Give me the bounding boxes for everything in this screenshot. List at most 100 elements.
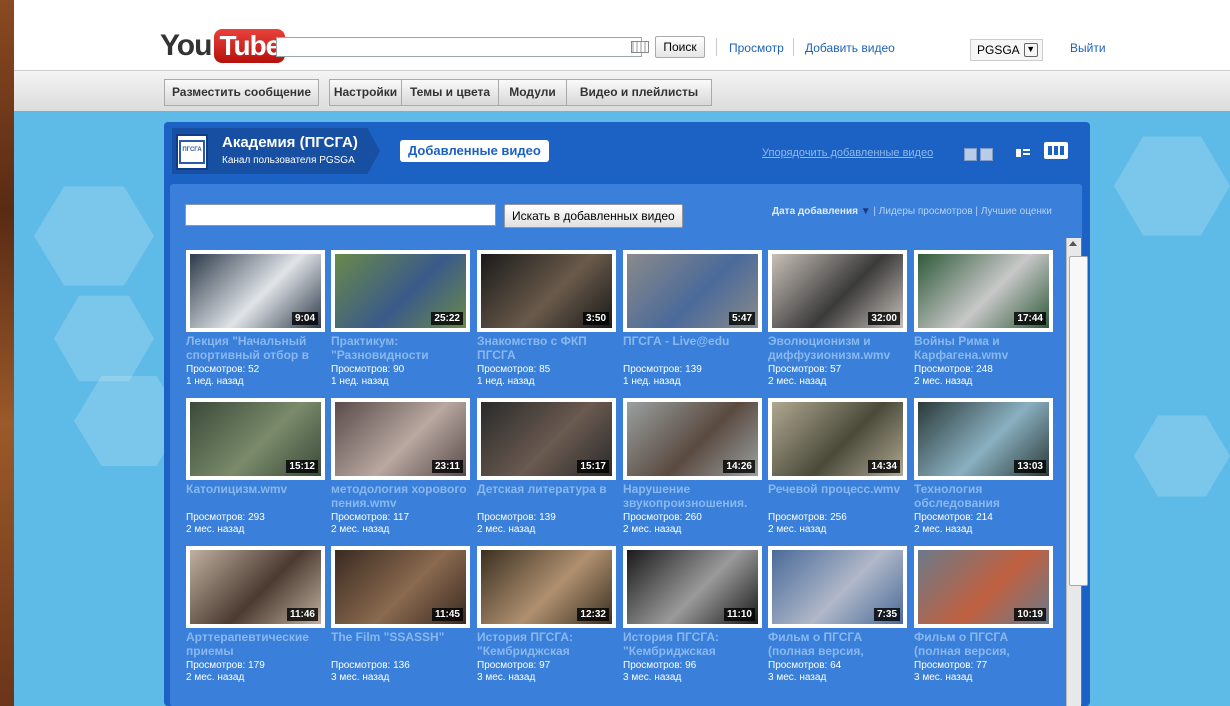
channel-title[interactable]: Академия (ПГСГА) — [222, 134, 358, 151]
video-thumbnail[interactable]: 11:46 — [186, 546, 325, 628]
video-duration: 17:44 — [1014, 312, 1046, 325]
tab-uploads[interactable]: Добавленные видео — [400, 140, 549, 162]
video-card[interactable]: 12:32 История ПГСГА: "Кембриджская Просмот… — [477, 546, 617, 686]
scroll-thumb[interactable] — [1069, 256, 1088, 586]
video-thumbnail[interactable]: 17:44 — [914, 250, 1053, 332]
video-title[interactable]: Эволюционизм и диффузионизм.wmv — [768, 334, 908, 364]
video-thumbnail[interactable]: 12:32 — [477, 546, 616, 628]
video-thumbnail[interactable]: 25:22 — [331, 250, 470, 332]
move-up-icon[interactable] — [964, 148, 977, 161]
video-card[interactable]: 5:47 ПГСГА - Live@edu Просмотров: 139 1 нед… — [623, 250, 763, 390]
sort-by-date[interactable]: Дата добавления — [772, 206, 858, 217]
video-card[interactable]: 15:12 Католицизм.wmv Просмотров: 293 2 мес.… — [186, 398, 326, 538]
sort-uploads-link[interactable]: Упорядочить добавленные видео — [762, 147, 933, 159]
video-title[interactable]: Фильм о ПГСГА (полная версия, — [768, 630, 908, 660]
sort-by-views[interactable]: Лидеры просмотров — [879, 206, 973, 217]
move-down-icon[interactable] — [980, 148, 993, 161]
video-title[interactable]: Католицизм.wmv — [186, 482, 326, 512]
video-thumbnail[interactable]: 15:17 — [477, 398, 616, 480]
logo-you: You — [160, 29, 212, 62]
video-card[interactable]: 11:10 История ПГСГА: "Кембриджская Просмот… — [623, 546, 763, 686]
video-card[interactable]: 23:11 методология хорового пения.wmv Просм… — [331, 398, 471, 538]
search-input[interactable] — [276, 37, 642, 57]
video-thumbnail[interactable]: 11:45 — [331, 546, 470, 628]
video-card[interactable]: 11:45 The Film "SSASSH" Просмотров: 136 3 м… — [331, 546, 471, 686]
grid-view-icon[interactable] — [1044, 142, 1068, 159]
user-menu[interactable]: PGSGA ▼ — [970, 39, 1043, 61]
upload-link[interactable]: Добавить видео — [805, 41, 895, 55]
video-thumbnail[interactable]: 14:34 — [768, 398, 907, 480]
video-card[interactable]: 9:04 Лекция "Начальный спортивный отбор в… — [186, 250, 326, 390]
video-thumbnail[interactable]: 5:47 — [623, 250, 762, 332]
video-thumbnail[interactable]: 10:19 — [914, 546, 1053, 628]
video-card[interactable]: 11:46 Арттерапевтические приемы Просмотров… — [186, 546, 326, 686]
video-thumbnail[interactable]: 13:03 — [914, 398, 1053, 480]
video-thumbnail[interactable]: 14:26 — [623, 398, 762, 480]
dropdown-arrow-icon[interactable]: ▼ — [861, 206, 871, 217]
video-card[interactable]: 15:17 Детская литература в Просмотров: 139… — [477, 398, 617, 538]
hex-decoration — [54, 295, 154, 382]
video-title[interactable]: Фильм о ПГСГА (полная версия, — [914, 630, 1054, 660]
video-title[interactable]: методология хорового пения.wmv — [331, 482, 471, 512]
uploads-search-button[interactable]: Искать в добавленных видео — [504, 204, 683, 228]
video-views: Просмотров: 248 — [914, 364, 993, 375]
video-title[interactable]: Технология обследования — [914, 482, 1054, 512]
video-title[interactable]: История ПГСГА: "Кембриджская — [477, 630, 617, 660]
video-title[interactable]: ПГСГА - Live@edu — [623, 334, 763, 364]
video-card[interactable]: 7:35 Фильм о ПГСГА (полная версия, Просмот… — [768, 546, 908, 686]
thumbnail-image: 17:44 — [918, 254, 1049, 328]
thumbnail-image: 11:46 — [190, 550, 321, 624]
video-title[interactable]: Войны Рима и Карфагена.wmv — [914, 334, 1054, 364]
sort-by-rating[interactable]: Лучшие оценки — [981, 206, 1052, 217]
video-card[interactable]: 17:44 Войны Рима и Карфагена.wmv Просмотро… — [914, 250, 1054, 390]
search-button[interactable]: Поиск — [655, 36, 705, 58]
video-age: 3 мес. назад — [623, 672, 682, 683]
post-message-button[interactable]: Разместить сообщение — [164, 79, 319, 106]
video-title[interactable]: Практикум: "Разновидности — [331, 334, 471, 364]
video-card[interactable]: 13:03 Технология обследования Просмотров: … — [914, 398, 1054, 538]
video-views: Просмотров: 52 — [186, 364, 260, 375]
video-thumbnail[interactable]: 7:35 — [768, 546, 907, 628]
settings-button[interactable]: Настройки — [329, 79, 402, 106]
video-card[interactable]: 10:19 Фильм о ПГСГА (полная версия, Просмо… — [914, 546, 1054, 686]
video-title[interactable]: Детская литература в — [477, 482, 617, 512]
modules-button[interactable]: Модули — [498, 79, 567, 106]
video-thumbnail[interactable]: 32:00 — [768, 250, 907, 332]
keyboard-icon[interactable] — [631, 41, 649, 53]
video-duration: 11:10 — [723, 608, 755, 621]
list-view-icon[interactable] — [1016, 148, 1030, 158]
video-thumbnail[interactable]: 15:12 — [186, 398, 325, 480]
video-title[interactable]: Нарушение звукопроизношения. — [623, 482, 763, 512]
logout-link[interactable]: Выйти — [1070, 41, 1106, 55]
video-views: Просмотров: 77 — [914, 660, 988, 671]
scroll-up-icon[interactable] — [1069, 241, 1077, 246]
video-thumbnail[interactable]: 23:11 — [331, 398, 470, 480]
sort-separator: | — [975, 206, 979, 217]
video-title[interactable]: Речевой процесс.wmv — [768, 482, 908, 512]
video-age: 1 нед. назад — [477, 376, 535, 387]
channel-logo[interactable]: ПГСГА — [176, 134, 208, 170]
video-card[interactable]: 3:50 Знакомство с ФКП ПГСГА Просмотров: 85… — [477, 250, 617, 390]
youtube-logo[interactable]: You Tube — [160, 28, 286, 64]
uploads-search-input[interactable] — [185, 204, 496, 226]
video-thumbnail[interactable]: 9:04 — [186, 250, 325, 332]
video-title[interactable]: Арттерапевтические приемы — [186, 630, 326, 660]
thumbnail-image: 3:50 — [481, 254, 612, 328]
video-title[interactable]: The Film "SSASSH" — [331, 630, 471, 660]
video-card[interactable]: 14:34 Речевой процесс.wmv Просмотров: 256 2… — [768, 398, 908, 538]
video-thumbnail[interactable]: 3:50 — [477, 250, 616, 332]
video-title[interactable]: Знакомство с ФКП ПГСГА — [477, 334, 617, 364]
video-card[interactable]: 32:00 Эволюционизм и диффузионизм.wmv Прос… — [768, 250, 908, 390]
video-thumbnail[interactable]: 11:10 — [623, 546, 762, 628]
video-card[interactable]: 14:26 Нарушение звукопроизношения. Просмот… — [623, 398, 763, 538]
video-card[interactable]: 25:22 Практикум: "Разновидности Просмотров… — [331, 250, 471, 390]
video-title[interactable]: Лекция "Начальный спортивный отбор в — [186, 334, 326, 364]
videos-playlists-button[interactable]: Видео и плейлисты — [566, 79, 712, 106]
scrollbar[interactable] — [1066, 238, 1088, 706]
browse-link[interactable]: Просмотр — [729, 41, 784, 55]
video-title[interactable]: История ПГСГА: "Кембриджская — [623, 630, 763, 660]
video-duration: 15:17 — [577, 460, 609, 473]
video-duration: 14:26 — [723, 460, 755, 473]
themes-button[interactable]: Темы и цвета — [401, 79, 499, 106]
video-duration: 12:32 — [577, 608, 609, 621]
